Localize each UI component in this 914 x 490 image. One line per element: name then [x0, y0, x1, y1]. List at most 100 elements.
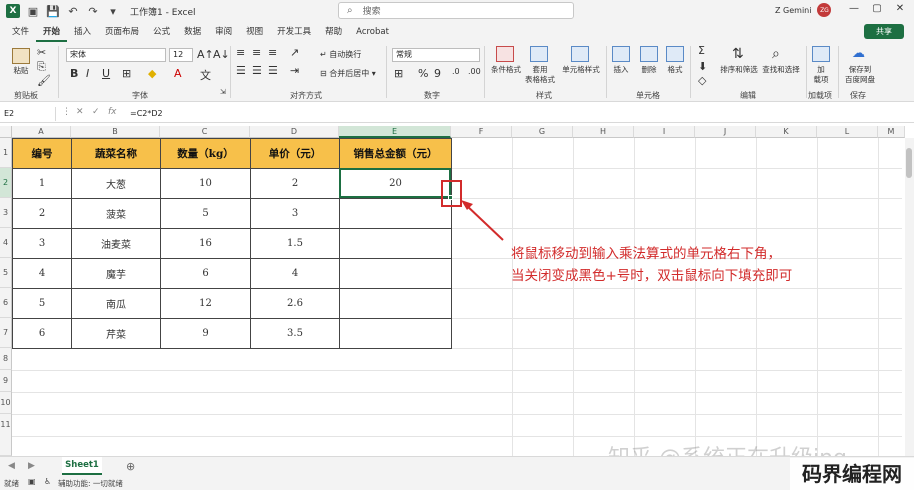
- table-cell[interactable]: 3: [250, 198, 340, 229]
- table-cell[interactable]: 2: [250, 168, 340, 199]
- row-header[interactable]: 4: [0, 228, 12, 258]
- row-header[interactable]: 7: [0, 318, 12, 348]
- font-name-select[interactable]: 宋体: [66, 48, 166, 62]
- table-cell[interactable]: 6: [12, 318, 72, 349]
- font-launcher-icon[interactable]: ⇲: [220, 88, 226, 96]
- header-cell[interactable]: 蔬菜名称: [71, 138, 161, 169]
- row-header[interactable]: 8: [0, 348, 12, 370]
- cancel-icon[interactable]: ✕: [76, 107, 84, 117]
- select-all-corner[interactable]: [0, 126, 12, 138]
- fill-icon[interactable]: ⬇: [698, 60, 707, 73]
- share-button[interactable]: 共享: [864, 24, 904, 39]
- table-cell[interactable]: 6: [160, 258, 251, 289]
- table-cell[interactable]: 大葱: [71, 168, 161, 199]
- addins-icon[interactable]: [812, 46, 830, 62]
- border-icon[interactable]: ⊞: [122, 67, 131, 80]
- font-grow-icon[interactable]: A↑: [197, 48, 214, 61]
- vertical-scrollbar[interactable]: [905, 138, 914, 456]
- copy-icon[interactable]: ⎘: [37, 60, 46, 74]
- tab-review[interactable]: 审阅: [208, 22, 239, 42]
- table-cell[interactable]: 4: [12, 258, 72, 289]
- format-cells-label[interactable]: 格式: [660, 65, 690, 75]
- align-right-icon[interactable]: ☰: [268, 64, 278, 77]
- column-header-selected[interactable]: E: [339, 126, 451, 138]
- save-icon[interactable]: 💾: [46, 4, 60, 18]
- underline-icon[interactable]: U: [102, 67, 110, 80]
- font-shrink-icon[interactable]: A↓: [213, 48, 230, 61]
- tab-home[interactable]: 开始: [36, 22, 68, 42]
- row-header[interactable]: 9: [0, 370, 12, 392]
- table-cell[interactable]: 魔芋: [71, 258, 161, 289]
- merge-center-button[interactable]: ⊟ 合并后居中 ▾: [320, 68, 376, 79]
- column-header[interactable]: G: [512, 126, 573, 138]
- table-format-icon[interactable]: [530, 46, 548, 62]
- percent-icon[interactable]: %: [418, 67, 428, 80]
- fill-color-icon[interactable]: ◆: [148, 67, 156, 80]
- phonetic-icon[interactable]: 文: [200, 67, 211, 83]
- italic-icon[interactable]: I: [86, 67, 89, 80]
- column-header[interactable]: H: [573, 126, 634, 138]
- column-header[interactable]: D: [250, 126, 339, 138]
- header-cell[interactable]: 编号: [12, 138, 72, 169]
- cut-icon[interactable]: ✂: [37, 46, 46, 59]
- tab-file[interactable]: 文件: [5, 22, 36, 42]
- row-header[interactable]: 3: [0, 198, 12, 228]
- table-cell[interactable]: 3: [12, 228, 72, 259]
- header-cell[interactable]: 单价（元）: [250, 138, 340, 169]
- table-cell[interactable]: 4: [250, 258, 340, 289]
- increase-decimal-icon[interactable]: .0: [452, 67, 460, 76]
- format-painter-icon[interactable]: 🖌: [37, 74, 51, 87]
- tab-data[interactable]: 数据: [177, 22, 208, 42]
- row-header-selected[interactable]: 2: [0, 168, 12, 198]
- sort-filter-label[interactable]: 排序和筛选: [716, 65, 762, 75]
- table-cell[interactable]: [339, 228, 452, 259]
- delete-cells-icon[interactable]: [640, 46, 658, 62]
- table-cell[interactable]: 3.5: [250, 318, 340, 349]
- align-center-icon[interactable]: ☰: [252, 64, 262, 77]
- orientation-icon[interactable]: ↗: [290, 46, 299, 59]
- header-cell[interactable]: 数量（kg）: [160, 138, 251, 169]
- name-box[interactable]: E2: [2, 107, 56, 121]
- font-color-icon[interactable]: A: [174, 67, 182, 80]
- conditional-format-label[interactable]: 条件格式: [488, 65, 524, 75]
- table-cell[interactable]: 芹菜: [71, 318, 161, 349]
- table-cell[interactable]: [339, 198, 452, 229]
- cell-style-icon[interactable]: [571, 46, 589, 62]
- conditional-format-icon[interactable]: [496, 46, 514, 62]
- status-accessibility[interactable]: 辅助功能: 一切就绪: [58, 478, 123, 489]
- scroll-thumb[interactable]: [906, 148, 912, 178]
- table-cell[interactable]: 菠菜: [71, 198, 161, 229]
- confirm-icon[interactable]: ✓: [92, 107, 100, 117]
- column-header[interactable]: L: [817, 126, 878, 138]
- sheet-prev-icon[interactable]: ◀: [8, 461, 15, 471]
- row-header[interactable]: 11: [0, 414, 12, 456]
- customize-icon[interactable]: ▾: [106, 4, 120, 18]
- column-header[interactable]: M: [878, 126, 905, 138]
- table-cell[interactable]: [339, 258, 452, 289]
- tab-page-layout[interactable]: 页面布局: [98, 22, 146, 42]
- table-cell[interactable]: 5: [12, 288, 72, 319]
- column-header[interactable]: J: [695, 126, 756, 138]
- add-sheet-icon[interactable]: ⊕: [126, 460, 135, 473]
- paste-icon[interactable]: [12, 48, 30, 64]
- sort-filter-icon[interactable]: ⇅: [732, 46, 744, 62]
- bold-icon[interactable]: B: [70, 67, 78, 80]
- insert-function-icon[interactable]: fx: [108, 107, 117, 117]
- font-size-select[interactable]: 12: [169, 48, 193, 62]
- tab-acrobat[interactable]: Acrobat: [349, 22, 396, 42]
- user-account[interactable]: Z Gemini ZG: [775, 3, 832, 17]
- header-cell[interactable]: 销售总金额（元）: [339, 138, 452, 169]
- cell-style-label[interactable]: 单元格样式: [558, 65, 604, 75]
- find-select-label[interactable]: 查找和选择: [758, 65, 804, 75]
- insert-cells-icon[interactable]: [612, 46, 630, 62]
- table-cell[interactable]: 16: [160, 228, 251, 259]
- insert-cells-label[interactable]: 插入: [606, 65, 636, 75]
- find-select-icon[interactable]: ⌕: [772, 46, 780, 62]
- close-icon[interactable]: ✕: [891, 3, 909, 19]
- align-left-icon[interactable]: ☰: [236, 64, 246, 77]
- table-format-label[interactable]: 套用 表格格式: [520, 65, 560, 85]
- redo-icon[interactable]: ↷: [86, 4, 100, 18]
- row-header[interactable]: 6: [0, 288, 12, 318]
- table-cell[interactable]: [339, 318, 452, 349]
- tab-insert[interactable]: 插入: [67, 22, 98, 42]
